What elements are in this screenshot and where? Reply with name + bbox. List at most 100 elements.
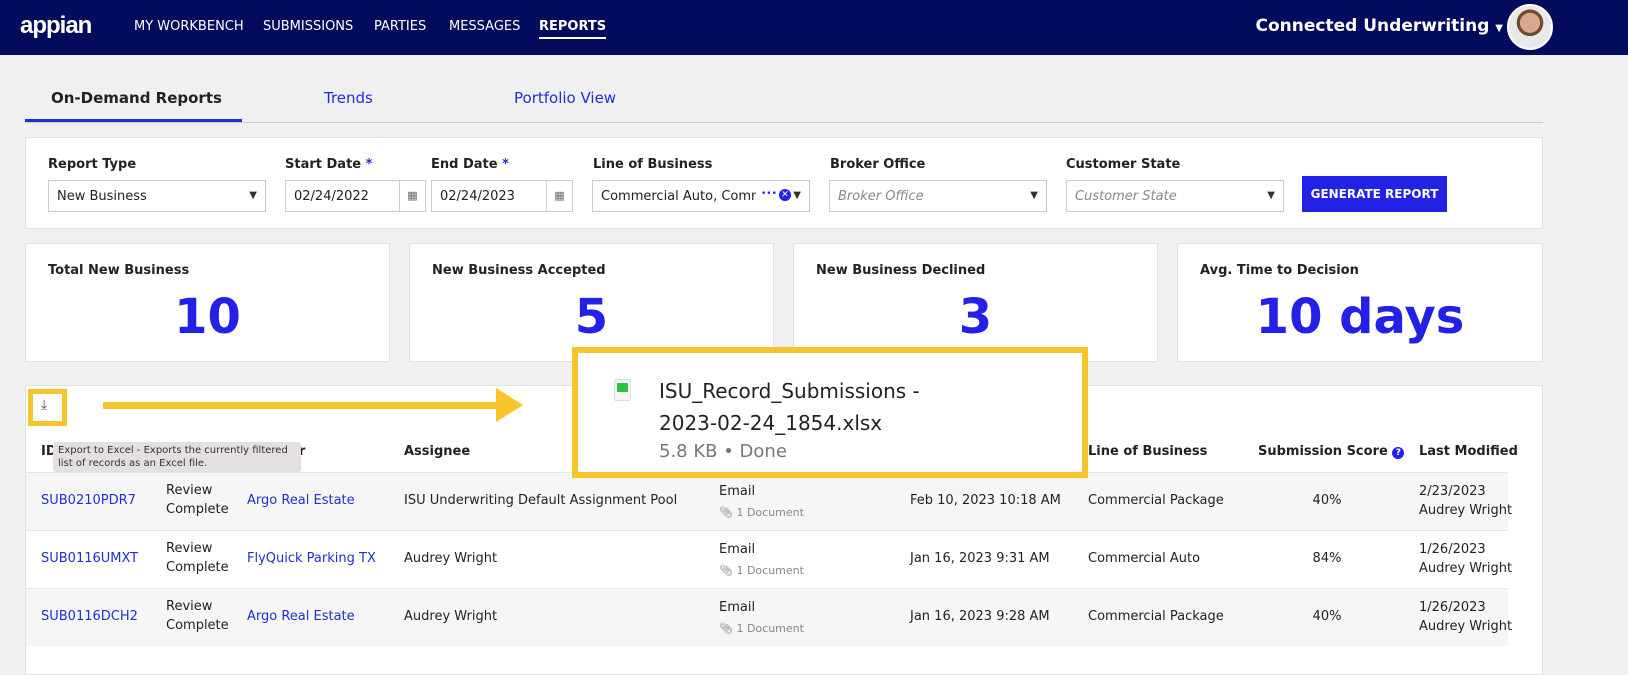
last-modified-by: Audrey Wright <box>1419 561 1513 576</box>
tab-divider <box>25 122 1543 123</box>
broker-office-dropdown[interactable]: Broker Office ▼ <box>829 180 1047 212</box>
status-cell: Review Complete <box>166 599 229 633</box>
download-status: 5.8 KB • Done <box>659 441 787 462</box>
export-to-excel-button[interactable]: ⤓ <box>28 389 67 426</box>
nav-my-workbench[interactable]: MY WORKBENCH <box>134 19 244 34</box>
score-cell: 40% <box>1312 493 1342 508</box>
help-icon[interactable]: ? <box>1392 447 1405 459</box>
last-modified-by: Audrey Wright <box>1419 503 1513 518</box>
channel-cell: Email <box>719 484 756 499</box>
customer-state-placeholder: Customer State <box>1075 189 1177 204</box>
col-header-submission-score[interactable]: Submission Score ? <box>1258 444 1405 459</box>
line-of-business-cell: Commercial Package <box>1088 493 1224 508</box>
start-date-input[interactable]: 02/24/2022 ▦ <box>285 180 426 212</box>
paperclip-icon: 📎︎ <box>719 622 733 635</box>
tab-trends[interactable]: Trends <box>324 89 373 107</box>
kpi-card-declined: New Business Declined 3 <box>793 243 1158 362</box>
received-date-cell: Jan 16, 2023 9:31 AM <box>910 551 1050 566</box>
kpi-card-accepted: New Business Accepted 5 <box>409 243 774 362</box>
received-date-cell: Jan 16, 2023 9:28 AM <box>910 609 1050 624</box>
line-of-business-label: Line of Business <box>593 157 713 172</box>
caret-down-icon: ▼ <box>1267 190 1275 201</box>
calendar-icon[interactable]: ▦ <box>546 181 572 211</box>
calendar-icon[interactable]: ▦ <box>399 181 425 211</box>
kpi-label: Avg. Time to Decision <box>1200 263 1359 278</box>
download-filename: ISU_Record_Submissions - 2023-02-24_1854… <box>659 379 920 435</box>
caret-down-icon: ▼ <box>793 190 801 201</box>
top-nav-bar: appian MY WORKBENCH SUBMISSIONS PARTIES … <box>0 0 1628 55</box>
required-marker: * <box>502 157 509 172</box>
report-type-value: New Business <box>57 189 147 204</box>
avatar[interactable] <box>1507 4 1553 50</box>
line-of-business-cell: Commercial Auto <box>1088 551 1201 566</box>
line-of-business-value: Commercial Auto, Comm <box>601 189 756 204</box>
kpi-value: 10 days <box>1255 289 1465 345</box>
paperclip-icon: 📎︎ <box>719 506 733 519</box>
customer-link[interactable]: FlyQuick Parking TX <box>247 549 376 568</box>
submission-id-link[interactable]: SUB0210PDR7 <box>41 491 136 510</box>
customer-state-label: Customer State <box>1066 157 1181 172</box>
documents-count[interactable]: 📎︎ 1 Document <box>719 503 804 522</box>
submission-id-link[interactable]: SUB0116UMXT <box>41 549 138 568</box>
nav-parties[interactable]: PARTIES <box>374 19 426 34</box>
documents-text: 1 Document <box>736 622 804 635</box>
kpi-card-avg-time: Avg. Time to Decision 10 days <box>1177 243 1543 362</box>
kpi-label: New Business Declined <box>816 263 986 278</box>
end-date-value: 02/24/2023 <box>440 189 515 204</box>
line-of-business-dropdown[interactable]: Commercial Auto, Comm ••• ✕ ▼ <box>592 180 810 212</box>
export-tooltip: Export to Excel - Exports the currently … <box>53 442 301 472</box>
kpi-value: 5 <box>574 289 609 345</box>
broker-office-label: Broker Office <box>830 157 926 172</box>
last-modified-date: 1/26/2023 <box>1419 542 1486 557</box>
assignee-cell: ISU Underwriting Default Assignment Pool <box>404 493 678 508</box>
col-header-last-modified[interactable]: Last Modified <box>1419 444 1518 459</box>
score-cell: 84% <box>1312 551 1342 566</box>
start-date-value: 02/24/2022 <box>294 189 369 204</box>
status-cell: Review Complete <box>166 541 229 575</box>
appian-logo[interactable]: appian <box>20 12 92 40</box>
nav-messages[interactable]: MESSAGES <box>449 19 520 34</box>
arrow-shaft <box>103 402 503 409</box>
arrow-head <box>496 388 523 422</box>
start-date-label: Start Date * <box>285 157 372 172</box>
report-type-dropdown[interactable]: New Business ▼ <box>48 180 266 212</box>
end-date-input[interactable]: 02/24/2023 ▦ <box>431 180 573 212</box>
customer-link[interactable]: Argo Real Estate <box>247 491 355 510</box>
assignee-cell: Audrey Wright <box>404 551 498 566</box>
assignee-cell: Audrey Wright <box>404 609 498 624</box>
clear-icon[interactable]: ✕ <box>779 189 791 201</box>
last-modified-by: Audrey Wright <box>1419 619 1513 634</box>
generate-report-button[interactable]: GENERATE REPORT <box>1302 176 1447 212</box>
last-modified-date: 1/26/2023 <box>1419 600 1486 615</box>
customer-state-dropdown[interactable]: Customer State ▼ <box>1066 180 1284 212</box>
customer-link[interactable]: Argo Real Estate <box>247 607 355 626</box>
documents-count[interactable]: 📎︎ 1 Document <box>719 619 804 638</box>
tab-portfolio-view[interactable]: Portfolio View <box>514 89 616 107</box>
line-of-business-cell: Commercial Package <box>1088 609 1224 624</box>
paperclip-icon: 📎︎ <box>719 564 733 577</box>
kpi-value: 3 <box>958 289 993 345</box>
nav-reports[interactable]: REPORTS <box>539 19 607 39</box>
kpi-label: Total New Business <box>48 263 190 278</box>
documents-count[interactable]: 📎︎ 1 Document <box>719 561 804 580</box>
col-header-line-of-business[interactable]: Line of Business <box>1088 444 1207 459</box>
col-header-assignee[interactable]: Assignee <box>404 444 470 459</box>
end-date-label-text: End Date <box>431 157 498 172</box>
channel-cell: Email <box>719 542 756 557</box>
score-cell: 40% <box>1312 609 1342 624</box>
active-tab-indicator <box>25 119 242 122</box>
last-modified-date: 2/23/2023 <box>1419 484 1486 499</box>
download-icon: ⤓ <box>41 397 48 413</box>
nav-submissions[interactable]: SUBMISSIONS <box>263 19 353 34</box>
end-date-label: End Date * <box>431 157 509 172</box>
broker-office-placeholder: Broker Office <box>838 189 924 204</box>
status-cell: Review Complete <box>166 483 229 517</box>
caret-down-icon: ▼ <box>249 190 257 201</box>
tab-on-demand-reports[interactable]: On-Demand Reports <box>51 89 222 107</box>
app-name: Connected Underwriting <box>1255 16 1490 36</box>
download-notification[interactable]: ISU_Record_Submissions - 2023-02-24_1854… <box>572 347 1088 478</box>
documents-text: 1 Document <box>736 506 804 519</box>
submission-id-link[interactable]: SUB0116DCH2 <box>41 607 138 626</box>
app-switcher[interactable]: Connected Underwriting ▼ <box>1256 16 1503 36</box>
caret-down-icon: ▼ <box>1495 23 1503 34</box>
